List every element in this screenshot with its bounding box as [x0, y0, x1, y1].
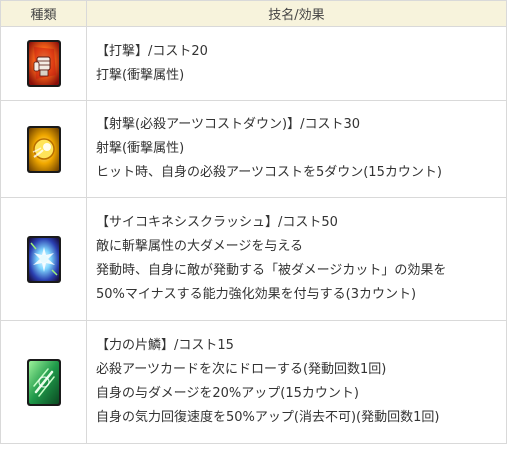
skill-table: 種類 技名/効果 【打撃】/コスト20 打撃(衝撃属性) 【射撃(必殺アーツコス… — [0, 0, 507, 444]
table-row: 【力の片鱗】/コスト15 必殺アーツカードを次にドローする(発動回数1回) 自身… — [0, 320, 507, 444]
skill-effect: 発動時、自身に敵が発動する「被ダメージカット」の効果を — [96, 263, 447, 278]
shot-card-icon — [26, 125, 61, 173]
skill-effect: 打撃(衝撃属性) — [96, 67, 185, 83]
type-cell — [0, 320, 87, 444]
header-type: 種類 — [0, 0, 87, 27]
skill-effect: 50%マイナスする能力強化効果を付与する(3カウント) — [96, 286, 417, 302]
type-cell — [0, 26, 87, 101]
header-skill: 技名/効果 — [86, 0, 507, 27]
description-cell: 【力の片鱗】/コスト15 必殺アーツカードを次にドローする(発動回数1回) 自身… — [86, 320, 507, 444]
description-cell: 【打撃】/コスト20 打撃(衝撃属性) — [86, 26, 507, 101]
skill-effect: 敵に斬撃属性の大ダメージを与える — [96, 239, 303, 255]
skill-name: 【射撃(必殺アーツコストダウン)】/コスト30 — [96, 117, 361, 133]
skill-effect: 自身の気力回復速度を50%アップ(消去不可)(発動回数1回) — [96, 409, 440, 425]
description-cell: 【サイコキネシスクラッシュ】/コスト50 敵に斬撃属性の大ダメージを与える 発動… — [86, 197, 507, 321]
fist-card-icon — [26, 40, 61, 87]
description-cell: 【射撃(必殺アーツコストダウン)】/コスト30 射撃(衝撃属性) ヒット時、自身… — [86, 100, 507, 198]
skill-name: 【サイコキネシスクラッシュ】/コスト50 — [96, 215, 338, 231]
skill-name: 【力の片鱗】/コスト15 — [96, 338, 234, 354]
power-scale-card-icon — [26, 358, 61, 406]
skill-name: 【打撃】/コスト20 — [96, 43, 208, 59]
skill-effect: 自身の与ダメージを20%アップ(15カウント) — [96, 386, 359, 401]
psychokinesis-card-icon — [26, 235, 61, 283]
skill-effect: 射撃(衝撃属性) — [96, 141, 185, 157]
table-row: 【サイコキネシスクラッシュ】/コスト50 敵に斬撃属性の大ダメージを与える 発動… — [0, 197, 507, 321]
table-row: 【打撃】/コスト20 打撃(衝撃属性) — [0, 26, 507, 101]
type-cell — [0, 197, 87, 321]
type-cell — [0, 100, 87, 198]
table-row: 【射撃(必殺アーツコストダウン)】/コスト30 射撃(衝撃属性) ヒット時、自身… — [0, 100, 507, 198]
header-row: 種類 技名/効果 — [0, 0, 507, 27]
skill-effect: 必殺アーツカードを次にドローする(発動回数1回) — [96, 362, 387, 378]
skill-effect: ヒット時、自身の必殺アーツコストを5ダウン(15カウント) — [96, 164, 442, 180]
